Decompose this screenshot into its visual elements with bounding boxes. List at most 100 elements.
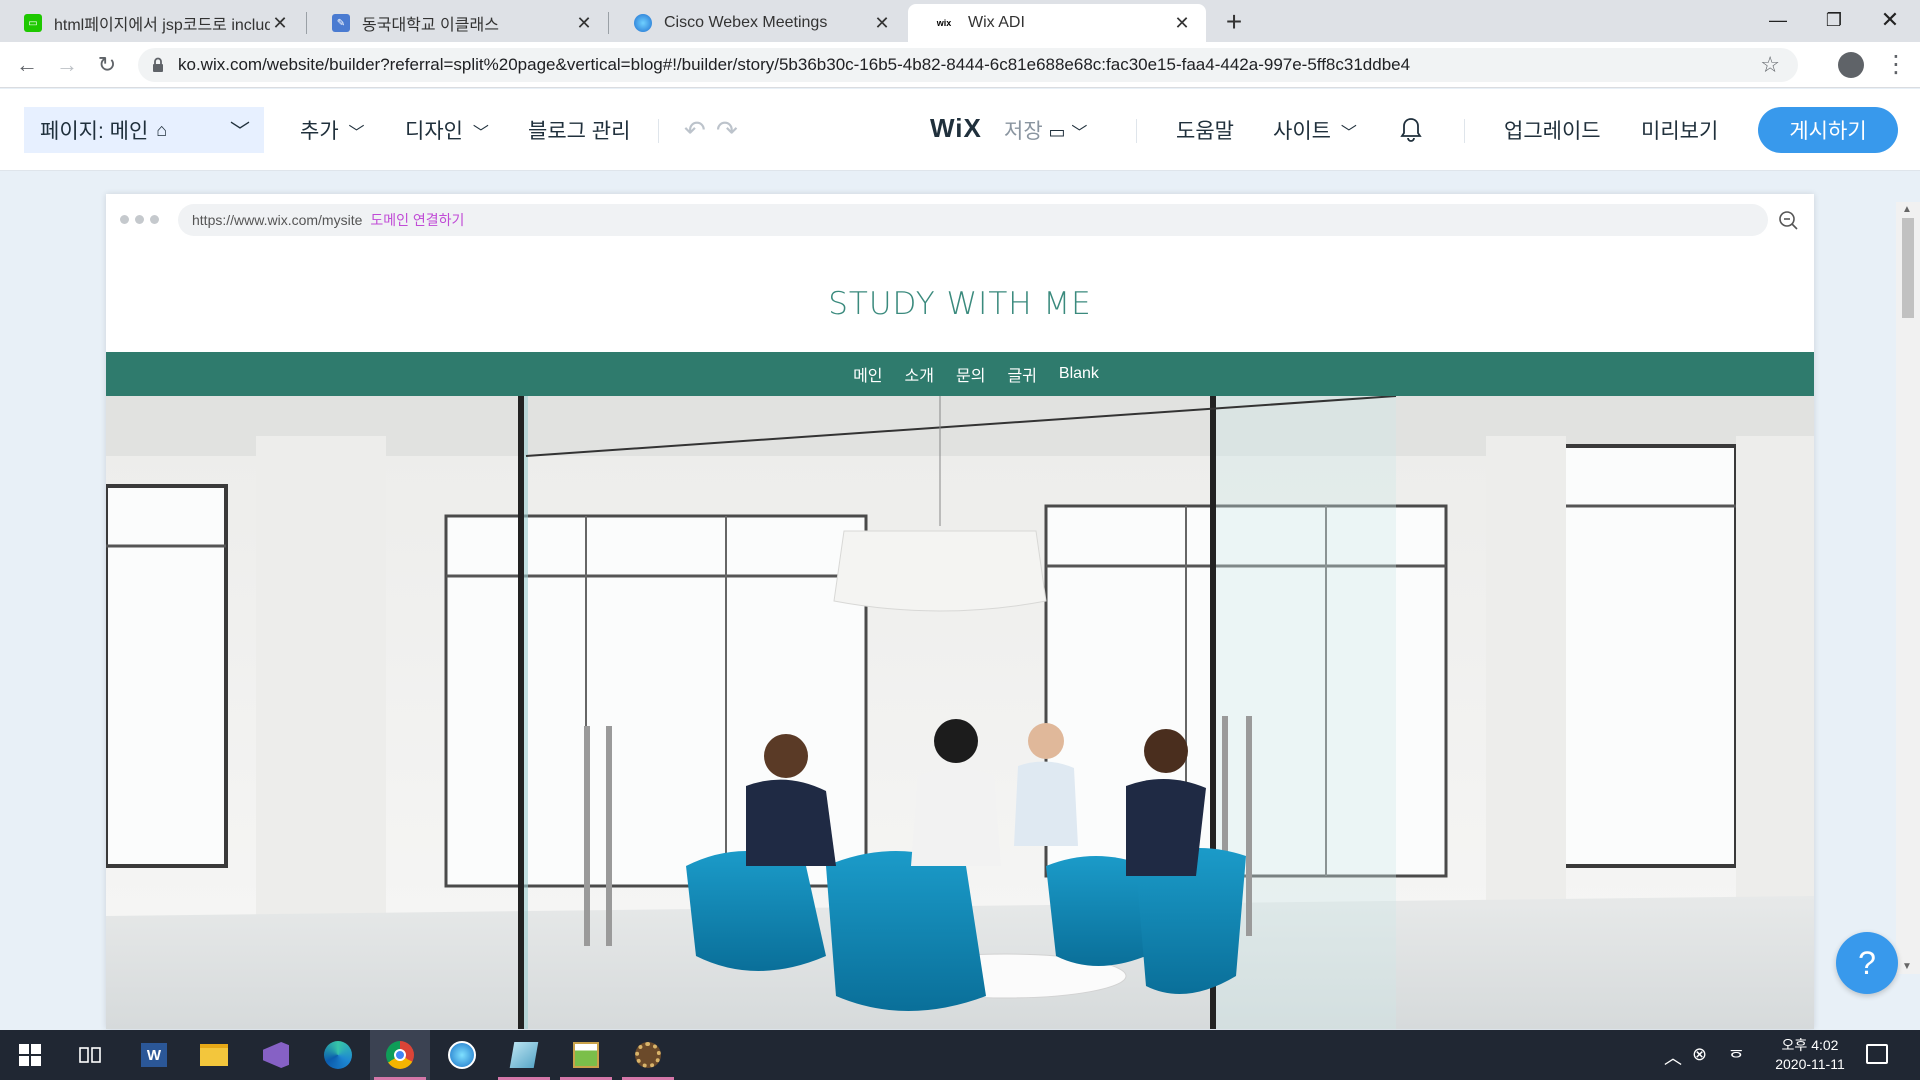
windows-start-icon[interactable] [0,1030,60,1080]
chevron-down-icon: ﹀ [1340,125,1357,142]
desktop-icon: ▭ [1048,122,1066,142]
add-menu[interactable]: 추가 ﹀ [300,115,365,145]
url-text: ko.wix.com/website/builder?referral=spli… [178,55,1411,74]
blog-manage-menu[interactable]: 블로그 관리 [528,115,630,145]
page-selector-label: 페이지: 메인 [40,120,149,143]
home-icon: ⌂ [156,119,168,140]
scrollbar-thumb[interactable] [1902,218,1914,318]
upgrade-button[interactable]: 업그레이드 [1504,115,1601,145]
restore-icon[interactable]: ❐ [1806,0,1862,40]
tray-close-circle-icon[interactable]: ⊗ [1692,1044,1707,1065]
clock-date: 2020-11-11 [1775,1056,1845,1072]
profile-avatar-icon[interactable] [1838,52,1864,78]
window-close-icon[interactable]: ✕ [1862,0,1918,40]
save-menu[interactable]: 저장 ▭ ﹀ [1004,115,1087,145]
vertical-scrollbar[interactable]: ▲ ▼ [1896,202,1920,974]
zoom-out-icon[interactable] [1776,208,1800,232]
edge-icon[interactable] [308,1030,368,1080]
close-icon[interactable]: ✕ [270,13,290,33]
preview-url-bar: https://www.wix.com/mysite 도메인 연결하기 [106,194,1814,244]
chrome-icon[interactable] [370,1030,430,1080]
wix-top-bar: 페이지: 메인 ⌂ ﹀ 추가 ﹀ 디자인 ﹀ 블로그 관리 ↶ ↷ WiX 저장… [0,89,1920,171]
page-selector[interactable]: 페이지: 메인 ⌂ ﹀ [24,107,264,153]
close-icon[interactable]: ✕ [1172,13,1192,33]
scroll-down-icon[interactable]: ▼ [1902,961,1912,972]
wix-logo: WiX [930,113,982,143]
webex-taskbar-icon[interactable] [432,1030,492,1080]
site-nav-item-main[interactable]: 메인 [853,362,882,386]
chevron-down-icon: ﹀ [1071,125,1088,142]
notes-app-icon[interactable] [494,1030,554,1080]
redo-icon[interactable]: ↷ [716,115,738,146]
bookmark-star-icon[interactable]: ☆ [1760,52,1780,78]
task-view-icon[interactable] [60,1030,120,1080]
notification-bell-icon[interactable] [1400,117,1422,143]
tab-divider [608,12,609,34]
site-nav-item-quotes[interactable]: 글귀 [1007,362,1036,386]
close-icon[interactable]: ✕ [872,13,892,33]
site-menu[interactable]: 사이트 ﹀ [1273,115,1357,145]
divider [1136,119,1137,143]
reload-icon[interactable]: ↻ [92,50,122,80]
site-url: https://www.wix.com/mysite [192,212,363,228]
url-bar[interactable]: ko.wix.com/website/builder?referral=spli… [138,48,1798,82]
webex-icon [634,14,652,32]
editor-canvas: https://www.wix.com/mysite 도메인 연결하기 STUD… [0,172,1920,1029]
tab-title: Wix ADI [968,14,1025,31]
file-explorer-icon[interactable] [184,1030,244,1080]
site-preview-frame: https://www.wix.com/mysite 도메인 연결하기 STUD… [106,194,1814,1029]
close-icon[interactable]: ✕ [574,13,594,33]
tab-title: html페이지에서 jsp코드로 includ [54,17,270,34]
line-icon: ▭ [24,14,42,32]
site-navigation[interactable]: 메인 소개 문의 글귀 Blank [106,352,1814,396]
publish-button[interactable]: 게시하기 [1758,107,1898,153]
image-app-icon[interactable] [556,1030,616,1080]
notification-center-icon[interactable] [1866,1044,1888,1064]
undo-icon[interactable]: ↶ [684,115,706,146]
word-icon[interactable]: W [124,1030,184,1080]
minimize-icon[interactable]: — [1750,0,1806,40]
tab-title: Cisco Webex Meetings [664,14,828,31]
tab-2[interactable]: ✎ 동국대학교 이클래스 ✕ [308,4,608,42]
address-bar-row: ← → ↻ ko.wix.com/website/builder?referra… [0,42,1920,88]
tab-4-active[interactable]: wix Wix ADI ✕ [908,4,1206,42]
browser-tab-strip: ▭ html페이지에서 jsp코드로 includ ✕ ✎ 동국대학교 이클래스… [0,0,1920,42]
help-button[interactable]: ? [1836,932,1898,994]
tab-3[interactable]: Cisco Webex Meetings ✕ [610,4,906,42]
visual-studio-icon[interactable] [246,1030,306,1080]
save-label: 저장 [1004,120,1049,143]
connect-domain-link[interactable]: 도메인 연결하기 [370,210,464,230]
site-nav-item-contact[interactable]: 문의 [956,362,985,386]
tab-1[interactable]: ▭ html페이지에서 jsp코드로 includ ✕ [0,4,304,42]
site-nav-item-about[interactable]: 소개 [905,362,934,386]
gear-app-icon[interactable] [618,1030,678,1080]
notepad-icon: ✎ [332,14,350,32]
preview-button[interactable]: 미리보기 [1641,115,1718,145]
forward-arrow-icon[interactable]: → [52,50,82,80]
window-dots-icon [120,215,159,224]
scroll-up-icon[interactable]: ▲ [1902,204,1912,215]
browser-menu-icon[interactable]: ⋮ [1884,50,1908,80]
clock-time: 오후 4:02 [1781,1037,1839,1053]
tab-title: 동국대학교 이클래스 [362,17,499,34]
site-nav-item-blank[interactable]: Blank [1059,365,1099,383]
add-menu-label: 추가 [300,120,339,143]
ime-language-icon[interactable]: ᅙ [1728,1044,1745,1070]
site-title[interactable]: STUDY WITH ME [106,286,1814,322]
wix-favicon-icon: wix [932,14,956,32]
back-arrow-icon[interactable]: ← [12,50,42,80]
office-meeting-illustration [106,396,1814,1029]
divider [658,119,659,143]
design-menu[interactable]: 디자인 ﹀ [405,115,489,145]
windows-taskbar: W ︿ ⊗ ᅙ 오후 4:02 2020-11-11 [0,1030,1920,1080]
preview-url-field: https://www.wix.com/mysite 도메인 연결하기 [178,204,1768,236]
chevron-down-icon: ﹀ [230,121,250,143]
lock-icon [153,57,163,72]
help-menu[interactable]: 도움말 [1176,115,1234,145]
tray-expand-icon[interactable]: ︿ [1664,1044,1682,1070]
hero-image[interactable] [106,396,1814,1029]
divider [1464,119,1465,143]
new-tab-button[interactable]: + [1218,6,1250,38]
design-menu-label: 디자인 [405,120,463,143]
system-clock[interactable]: 오후 4:02 2020-11-11 [1760,1036,1860,1074]
